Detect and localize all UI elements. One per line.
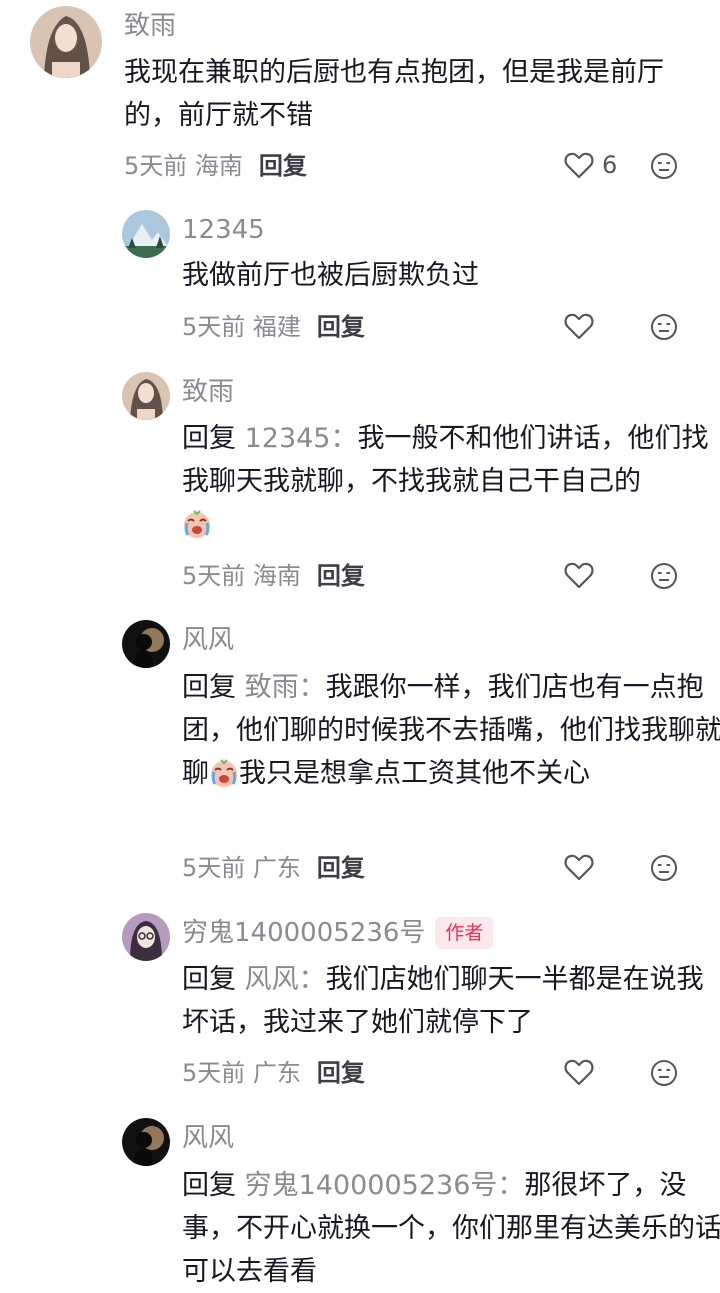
like-button[interactable]: [564, 312, 594, 340]
reply-button[interactable]: 回复: [259, 152, 307, 180]
comment-meta: 5天前 广东 回复: [182, 853, 365, 883]
username[interactable]: 致雨: [182, 376, 234, 408]
face-icon[interactable]: [650, 562, 678, 590]
timestamp: 5天前: [124, 152, 188, 180]
reply-button[interactable]: 回复: [317, 854, 365, 882]
reply-prefix: 回复: [182, 964, 236, 995]
comment-meta: 5天前 海南 回复: [124, 151, 307, 181]
heart-icon: [564, 312, 594, 340]
author-badge: 作者: [435, 917, 494, 949]
comment-body-continued: 我只是想拿点工资其他不关心: [239, 758, 590, 789]
username[interactable]: 12345: [182, 214, 265, 246]
timestamp: 5天前: [182, 562, 246, 590]
comment-text: 我现在兼职的后厨也有点抱团，但是我是前厅的，前厅就不错: [124, 51, 694, 137]
comment-text: 回复 致雨：我跟你一样，我们店也有一点抱团，他们聊的时候我不去插嘴，他们找我聊就…: [182, 666, 720, 795]
reply-target[interactable]: 风风：: [245, 964, 326, 995]
like-button[interactable]: 6: [564, 151, 617, 179]
reply-prefix: 回复: [182, 1170, 236, 1201]
like-button[interactable]: [564, 853, 594, 881]
username[interactable]: 风风: [182, 1122, 234, 1154]
reply-target[interactable]: 12345：: [245, 423, 358, 454]
comment-meta: 5天前 海南 回复: [182, 561, 365, 591]
comment-text: 回复 12345：我一般不和他们讲话，他们找我聊天我就聊，不找我就自己干自己的: [182, 417, 720, 546]
avatar[interactable]: [122, 372, 170, 420]
location: 海南: [194, 152, 243, 180]
avatar[interactable]: [122, 913, 170, 961]
location: 广东: [252, 854, 301, 882]
timestamp: 5天前: [182, 854, 246, 882]
like-button[interactable]: [564, 1058, 594, 1086]
crying-laugh-emoji: [209, 758, 239, 788]
comment-body: 我做前厅也被后厨欺负过: [182, 260, 479, 291]
reply-target[interactable]: 穷鬼1400005236号：: [245, 1170, 525, 1201]
comment-text: 回复 穷鬼1400005236号：那很坏了，没事，不开心就换一个，你们那里有达美…: [182, 1164, 720, 1293]
like-button[interactable]: [564, 561, 594, 589]
comment-text: 我做前厅也被后厨欺负过: [182, 254, 720, 297]
username-text[interactable]: 穷鬼1400005236号: [182, 918, 425, 948]
reply-prefix: 回复: [182, 672, 236, 703]
heart-icon: [564, 561, 594, 589]
comment-body: 我现在兼职的后厨也有点抱团，但是我是前厅的，前厅就不错: [124, 57, 664, 131]
reply-target[interactable]: 致雨：: [245, 672, 326, 703]
face-icon[interactable]: [650, 313, 678, 341]
avatar[interactable]: [122, 210, 170, 258]
heart-icon: [564, 151, 594, 179]
comment-meta: 5天前 广东 回复: [182, 1058, 365, 1088]
like-count: 6: [602, 151, 618, 179]
face-icon[interactable]: [650, 152, 678, 180]
avatar[interactable]: [122, 620, 170, 668]
comment-meta: 5天前 福建 回复: [182, 312, 365, 342]
username[interactable]: 穷鬼1400005236号 作者: [182, 917, 494, 949]
location: 福建: [252, 313, 301, 341]
timestamp: 5天前: [182, 313, 246, 341]
heart-icon: [564, 1058, 594, 1086]
avatar[interactable]: [122, 1118, 170, 1166]
heart-icon: [564, 853, 594, 881]
crying-laugh-emoji: [182, 509, 212, 539]
face-icon[interactable]: [650, 854, 678, 882]
location: 广东: [252, 1059, 301, 1087]
reply-button[interactable]: 回复: [317, 1059, 365, 1087]
timestamp: 5天前: [182, 1059, 246, 1087]
reply-button[interactable]: 回复: [317, 313, 365, 341]
reply-prefix: 回复: [182, 423, 236, 454]
location: 海南: [252, 562, 301, 590]
reply-button[interactable]: 回复: [317, 562, 365, 590]
username[interactable]: 致雨: [124, 10, 176, 42]
avatar[interactable]: [30, 6, 102, 78]
comment-text: 回复 风风：我们店她们聊天一半都是在说我坏话，我过来了她们就停下了: [182, 958, 720, 1044]
face-icon[interactable]: [650, 1059, 678, 1087]
username[interactable]: 风风: [182, 624, 234, 656]
